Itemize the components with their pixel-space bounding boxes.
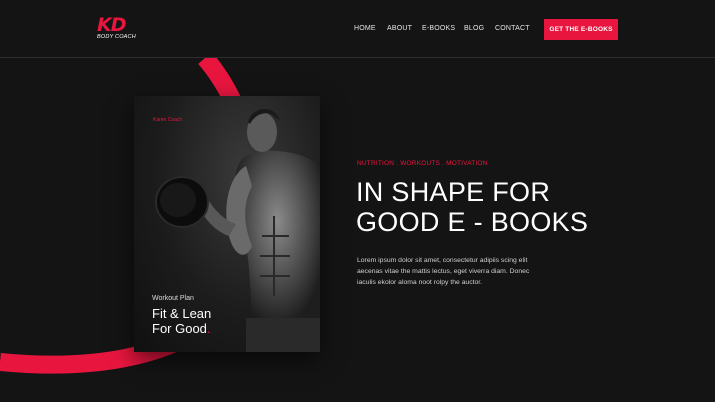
nav-contact[interactable]: CONTACT: [495, 25, 530, 32]
hero-headline-line-1: IN SHAPE FOR: [356, 177, 551, 207]
hero-description-line-2: aecenas vitae the mattis lectus, eget vi…: [357, 268, 530, 275]
book-author: Karen Coach: [153, 117, 183, 123]
book-title: Fit & Lean For Good.: [152, 306, 272, 336]
hero-headline: IN SHAPE FOR GOOD E - BOOKS: [356, 177, 616, 237]
book-title-dot: .: [206, 321, 211, 336]
book-title-line-1: Fit & Lean: [152, 306, 212, 321]
nav-ebooks[interactable]: E-BOOKS: [422, 25, 455, 32]
nav-blog[interactable]: BLOG: [464, 25, 484, 32]
hero-description: Lorem ipsum dolor sit amet, consectetur …: [357, 255, 557, 288]
hero-headline-line-2: GOOD E - BOOKS: [356, 207, 589, 237]
site-header: KD BODY COACH HOME ABOUT E-BOOKS BLOG CO…: [0, 0, 715, 58]
nav-home[interactable]: HOME: [354, 25, 376, 32]
hero-description-line-3: iaculis ekolor aloma noot rolpy the auct…: [357, 279, 483, 286]
logo[interactable]: KD BODY COACH: [97, 14, 137, 43]
book-title-line-2-text: For Good: [152, 321, 207, 336]
book-subtitle: Workout Plan: [152, 295, 194, 302]
ebook-cover[interactable]: Karen Coach Workout Plan Fit & Lean For …: [134, 96, 320, 352]
nav-about[interactable]: ABOUT: [387, 25, 412, 32]
logo-mark: KD: [97, 14, 127, 36]
get-ebooks-button[interactable]: GET THE E-BOOKS: [544, 19, 618, 40]
hero-tags: NUTRITION . WORKOUTS . MOTIVATION: [357, 160, 488, 167]
logo-subtitle: BODY COACH: [97, 34, 136, 40]
hero-description-line-1: Lorem ipsum dolor sit amet, consectetur …: [357, 257, 528, 264]
book-title-line-2: For Good.: [152, 321, 272, 336]
